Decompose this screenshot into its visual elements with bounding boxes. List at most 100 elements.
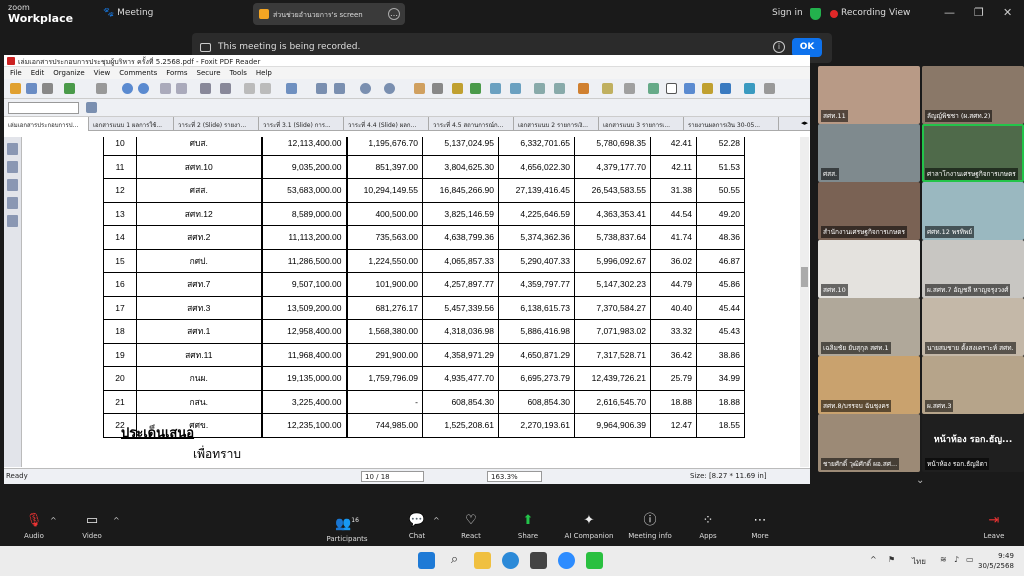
bookmarks-panel-icon[interactable]	[7, 161, 18, 173]
fit-page-icon[interactable]	[316, 83, 327, 94]
tab-document-3[interactable]: วาระที่ 2 (Slide) รายงา...	[174, 117, 259, 131]
note-icon[interactable]	[702, 83, 713, 94]
fit-width-icon[interactable]	[334, 83, 345, 94]
tab-document-6[interactable]: วาระที่ 4.5 สถานการณ์ก...	[429, 117, 514, 131]
participant-tile[interactable]: นายสมชาย ตั้งสงเคราะห์ สศท.	[922, 298, 1024, 356]
menu-comments[interactable]: Comments	[119, 69, 157, 79]
start-icon[interactable]	[418, 552, 435, 569]
nav-down-icon[interactable]	[138, 83, 149, 94]
recording-label[interactable]: Recording	[841, 8, 886, 18]
menu-help[interactable]: Help	[256, 69, 272, 79]
close-icon[interactable]: ✕	[1003, 6, 1012, 19]
participant-tile[interactable]: ผ.สศท.3	[922, 356, 1024, 414]
tab-document-5[interactable]: วาระที่ 4.4 (Slide) ผลก...	[344, 117, 429, 131]
vertical-scrollbar[interactable]	[800, 137, 809, 467]
tab-document-9[interactable]: รายงานผลการเงิน 30-05...	[684, 117, 779, 131]
search-icon[interactable]	[86, 102, 97, 113]
pattern-icon[interactable]	[764, 83, 775, 94]
participant-tile[interactable]: ผ.สศท.7 อัญชลี หาญจรุงวงศ์	[922, 240, 1024, 298]
tab-document-1[interactable]: เล่มเอกสารประกอบการป...	[4, 117, 89, 131]
zoom-in-icon[interactable]	[384, 83, 395, 94]
document-page[interactable]: 10 ศบส. 12,113,400.00 1,195,676.70 5,137,024…	[23, 137, 800, 467]
save-icon[interactable]	[26, 83, 37, 94]
battery-icon[interactable]: ▭	[966, 555, 974, 564]
leave-button[interactable]: ⇥ Leave	[980, 514, 1008, 541]
hand-tool-icon[interactable]	[414, 83, 425, 94]
audio-button[interactable]: 🎙 Audio	[20, 514, 48, 541]
meeting-info-button[interactable]: ⓘ Meeting info	[626, 514, 674, 541]
apps-button[interactable]: ⁘ Apps	[694, 514, 722, 541]
menu-secure[interactable]: Secure	[197, 69, 221, 79]
stamp-icon[interactable]	[554, 83, 565, 94]
rotate-icon[interactable]	[220, 83, 231, 94]
participant-tile[interactable]: ศศท.12 พรทิพย์	[922, 182, 1024, 240]
security-shield-icon[interactable]	[810, 8, 821, 20]
page-view-icon[interactable]	[200, 83, 211, 94]
audio-options-icon[interactable]: ^	[50, 516, 57, 525]
line-icon[interactable]	[586, 552, 603, 569]
tray-app-icon[interactable]: ⚑	[888, 555, 895, 564]
search-taskbar-icon[interactable]: ⌕	[446, 552, 463, 569]
tab-document-8[interactable]: เอกสารแนบ 3 รายการเ...	[599, 117, 684, 131]
typewriter-icon[interactable]	[490, 83, 501, 94]
chat-button[interactable]: 💬 Chat	[403, 514, 431, 541]
restore-icon[interactable]: ❐	[974, 6, 984, 19]
wifi-icon[interactable]: ≋	[940, 555, 947, 564]
tray-overflow-icon[interactable]: ^	[870, 555, 877, 564]
participant-tile[interactable]: เฉลิมชัย ยับสุกุล สศท.1	[818, 298, 920, 356]
screen-share-indicator[interactable]: ส่วนช่วยอำนวยการ's screen …	[253, 3, 405, 25]
highlight-icon[interactable]	[648, 83, 659, 94]
text-box-icon[interactable]	[666, 83, 677, 94]
minimize-icon[interactable]: —	[944, 6, 955, 19]
view-menu[interactable]: View	[889, 8, 910, 18]
language-indicator[interactable]: ไทย	[912, 555, 926, 568]
menu-tools[interactable]: Tools	[230, 69, 247, 79]
tab-document-4[interactable]: วาระที่ 3.1 (Slide) การ...	[259, 117, 344, 131]
select-text-icon[interactable]	[432, 83, 443, 94]
text-tool-icon[interactable]	[684, 83, 695, 94]
shape-icon[interactable]	[744, 83, 755, 94]
file-explorer-icon[interactable]	[474, 552, 491, 569]
pages-panel-icon[interactable]	[7, 143, 18, 155]
participant-tile[interactable]: หน้าห้อง รอก.ธัญ... หน้าห้อง รอก.ธัญอิตา	[922, 414, 1024, 472]
menu-view[interactable]: View	[94, 69, 111, 79]
chat-options-icon[interactable]: ^	[433, 516, 440, 525]
menu-file[interactable]: File	[10, 69, 22, 79]
share-icon[interactable]	[510, 83, 521, 94]
form-icon[interactable]	[602, 83, 613, 94]
menu-edit[interactable]: Edit	[31, 69, 45, 79]
ai-companion-button[interactable]: ✦ AI Companion	[560, 514, 618, 541]
participant-tile[interactable]: สำนักงานเศรษฐกิจการเกษตร	[818, 182, 920, 240]
participant-tile[interactable]: สศท.8/บรรจบ ฉันชุงคร	[818, 356, 920, 414]
sign-icon[interactable]	[578, 83, 589, 94]
signatures-panel-icon[interactable]	[7, 197, 18, 209]
zoom-out-icon[interactable]	[360, 83, 371, 94]
participant-tile[interactable]: ศาลาโกงานเศรษฐกิจการเกษตร	[922, 124, 1024, 182]
signin-link[interactable]: Sign in	[772, 8, 803, 18]
zoom-level-input[interactable]: 163.3%	[487, 471, 542, 482]
clock[interactable]: 9:49 30/5/2568	[978, 551, 1014, 571]
font-select[interactable]	[8, 102, 79, 114]
video-button[interactable]: ▭ Video	[78, 514, 106, 541]
forward-icon[interactable]	[176, 83, 187, 94]
participants-button[interactable]: 👥16 Participants	[325, 514, 369, 544]
participant-tile[interactable]: ชายศักดิ์ วุฒิศักดิ์ ผอ.สศ...	[818, 414, 920, 472]
snapshot-icon[interactable]	[470, 83, 481, 94]
scan-icon[interactable]	[96, 83, 107, 94]
print-icon[interactable]	[42, 83, 53, 94]
page-number-input[interactable]: 10 / 18	[361, 471, 424, 482]
edge-icon[interactable]	[502, 552, 519, 569]
lock-icon[interactable]	[624, 83, 635, 94]
nav-up-icon[interactable]	[122, 83, 133, 94]
participant-tile[interactable]: ศสส.	[818, 124, 920, 182]
tabs-scroll-icon[interactable]: ◂▸	[801, 119, 808, 127]
participant-tile[interactable]: สศท.10	[818, 240, 920, 298]
gallery-expand-icon[interactable]: ⌄	[916, 475, 924, 486]
tab-document-7[interactable]: เอกสารแนบ 2 รายการเงิ...	[514, 117, 599, 131]
undo-icon[interactable]	[244, 83, 255, 94]
menu-organize[interactable]: Organize	[53, 69, 84, 79]
annotation-icon[interactable]	[452, 83, 463, 94]
volume-icon[interactable]: ♪	[954, 555, 959, 564]
redo-icon[interactable]	[260, 83, 271, 94]
react-button[interactable]: ♡ React	[457, 514, 485, 541]
